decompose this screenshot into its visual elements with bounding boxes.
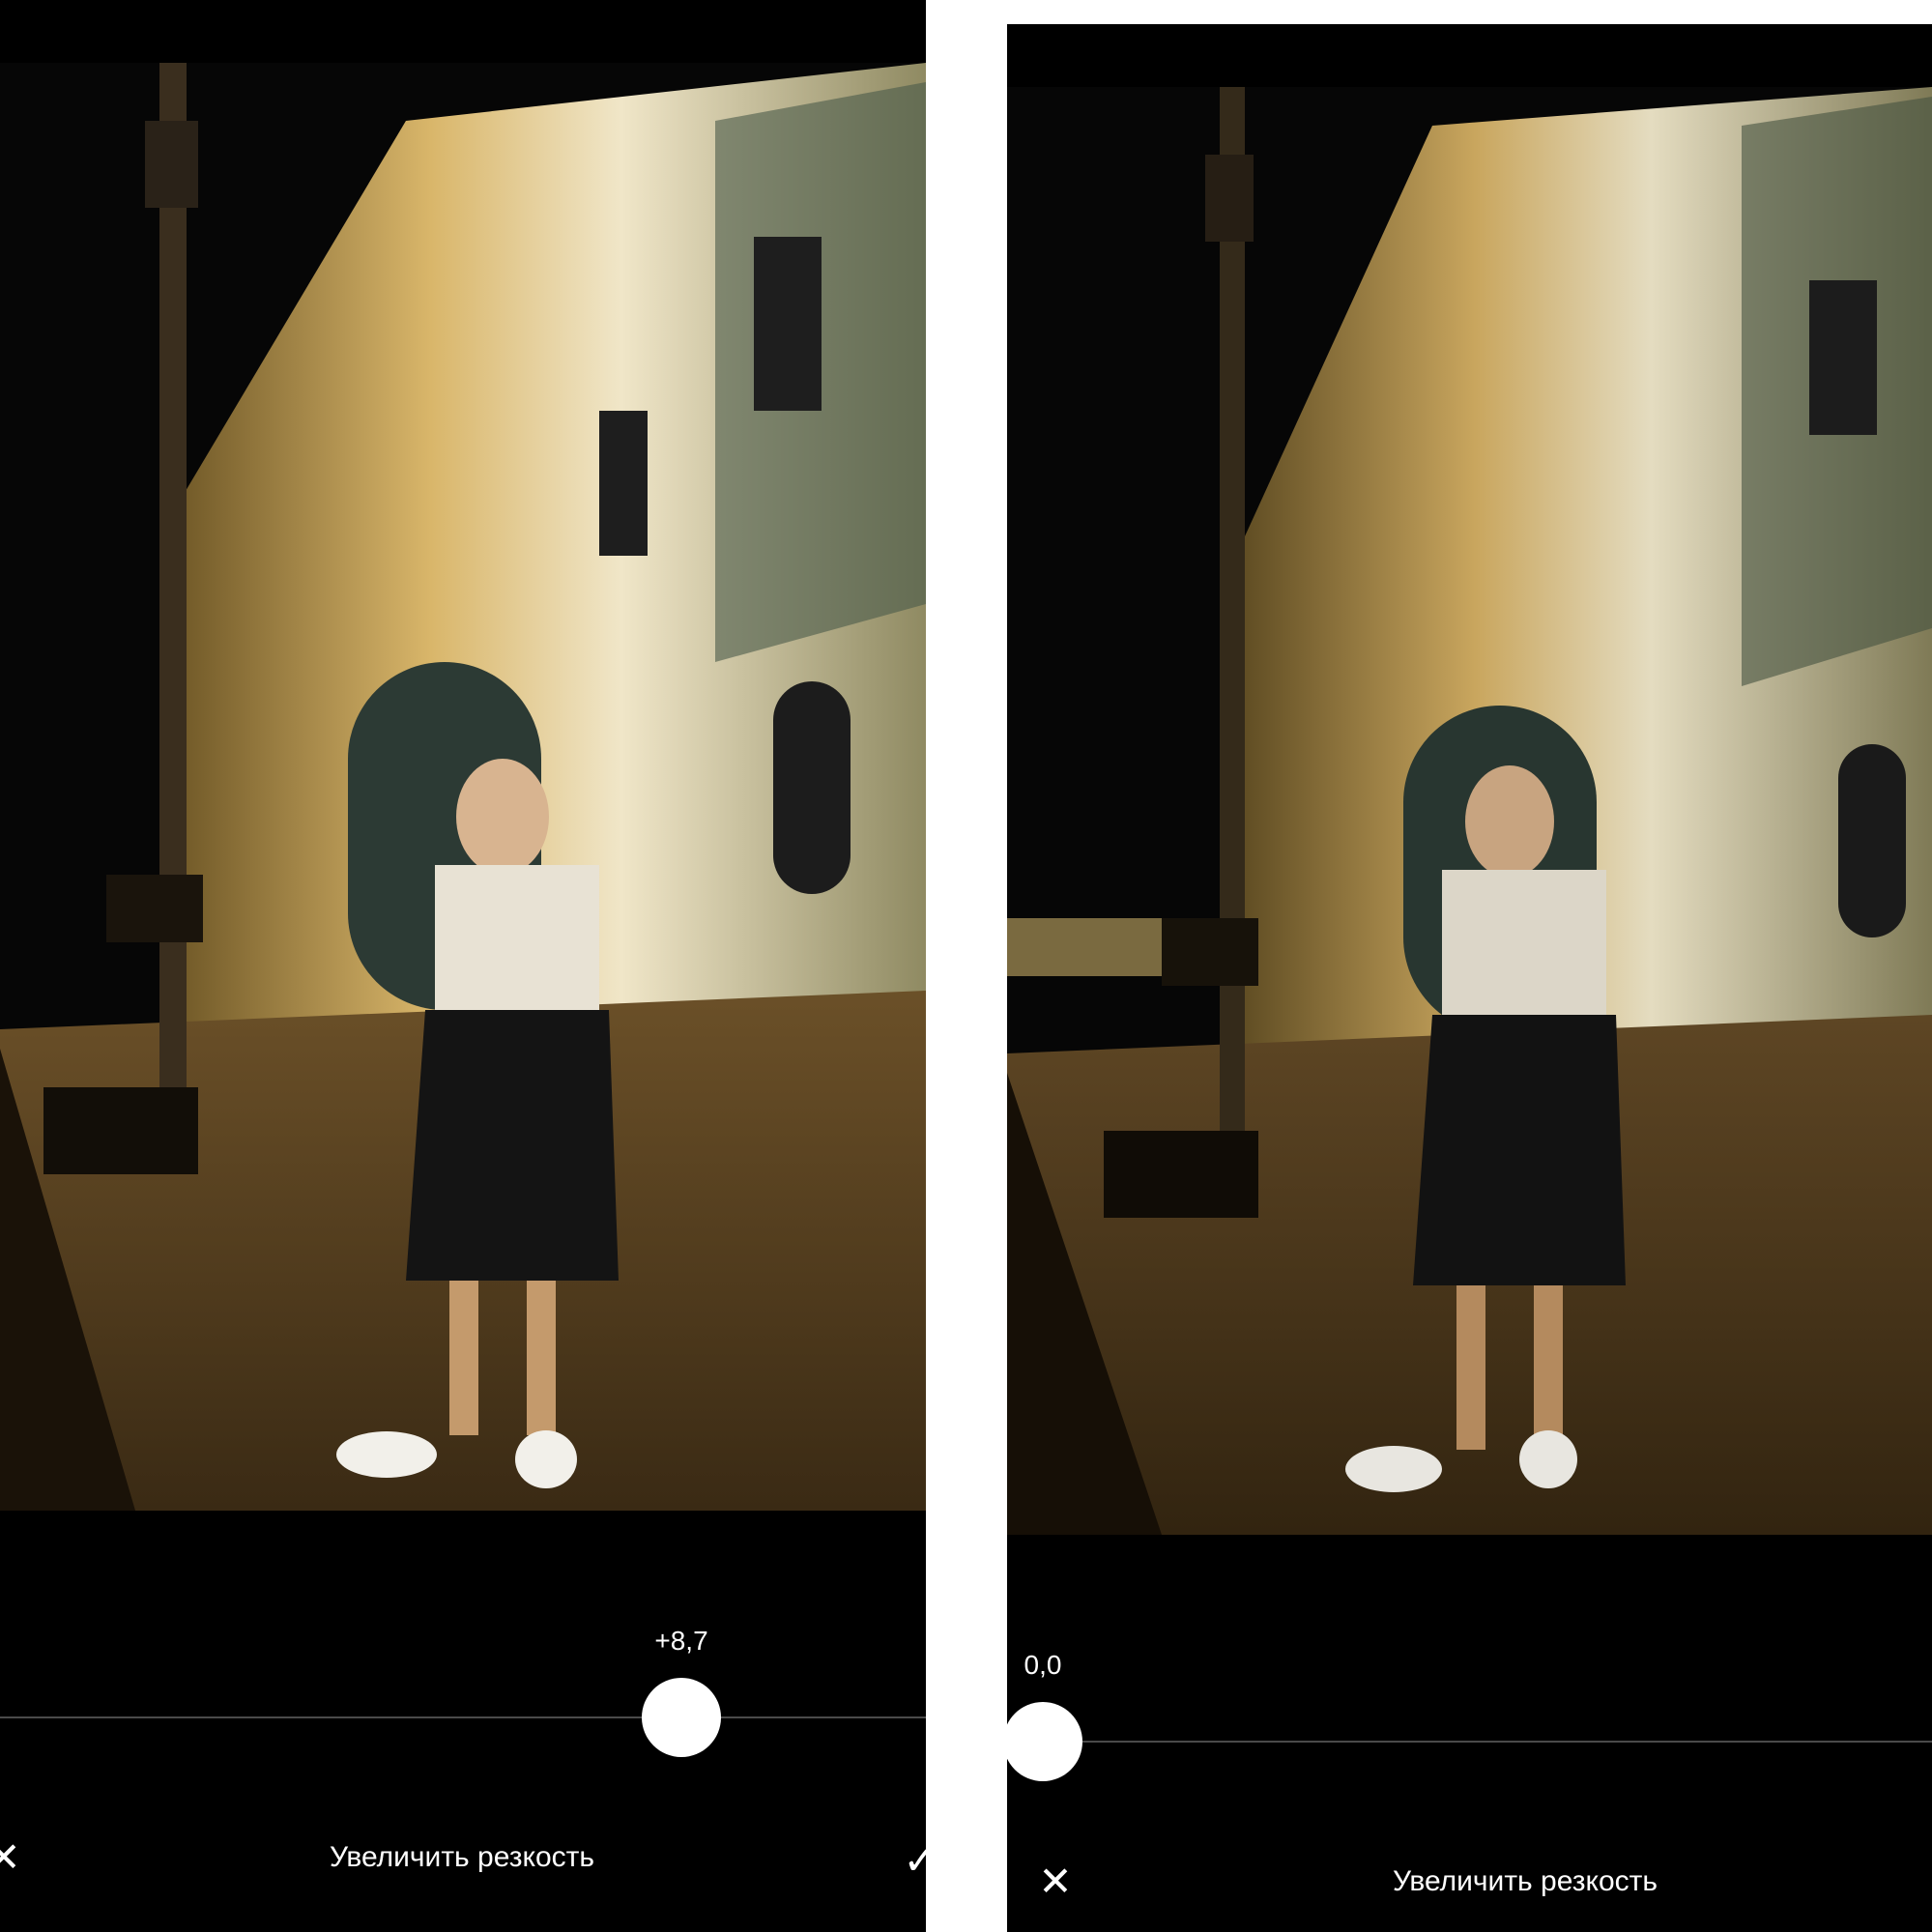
sharpness-slider-track[interactable] [0, 1716, 926, 1718]
tool-title: Увеличить резкость [330, 1841, 594, 1873]
check-icon[interactable]: ✓ [903, 1840, 926, 1881]
slider-value: +8,7 [654, 1626, 708, 1656]
sharpness-slider-thumb[interactable] [642, 1678, 721, 1757]
photo-preview [1007, 87, 1932, 1535]
editor-panel-left: +8,7 ✕ Увеличить резкость ✓ [0, 0, 926, 1932]
slider-value: 0,0 [1024, 1650, 1062, 1680]
tool-title: Увеличить резкость [1393, 1865, 1658, 1897]
photo-preview [0, 63, 926, 1511]
editor-panel-right: 0,0 ✕ Увеличить резкость [1007, 24, 1932, 1932]
sharpness-slider-track[interactable] [1007, 1741, 1932, 1743]
night-palace-photo [0, 63, 926, 1511]
night-palace-photo [1007, 87, 1932, 1535]
sharpness-slider-thumb[interactable] [1007, 1702, 1082, 1781]
close-icon[interactable]: ✕ [1038, 1861, 1072, 1902]
close-icon[interactable]: ✕ [0, 1837, 21, 1878]
